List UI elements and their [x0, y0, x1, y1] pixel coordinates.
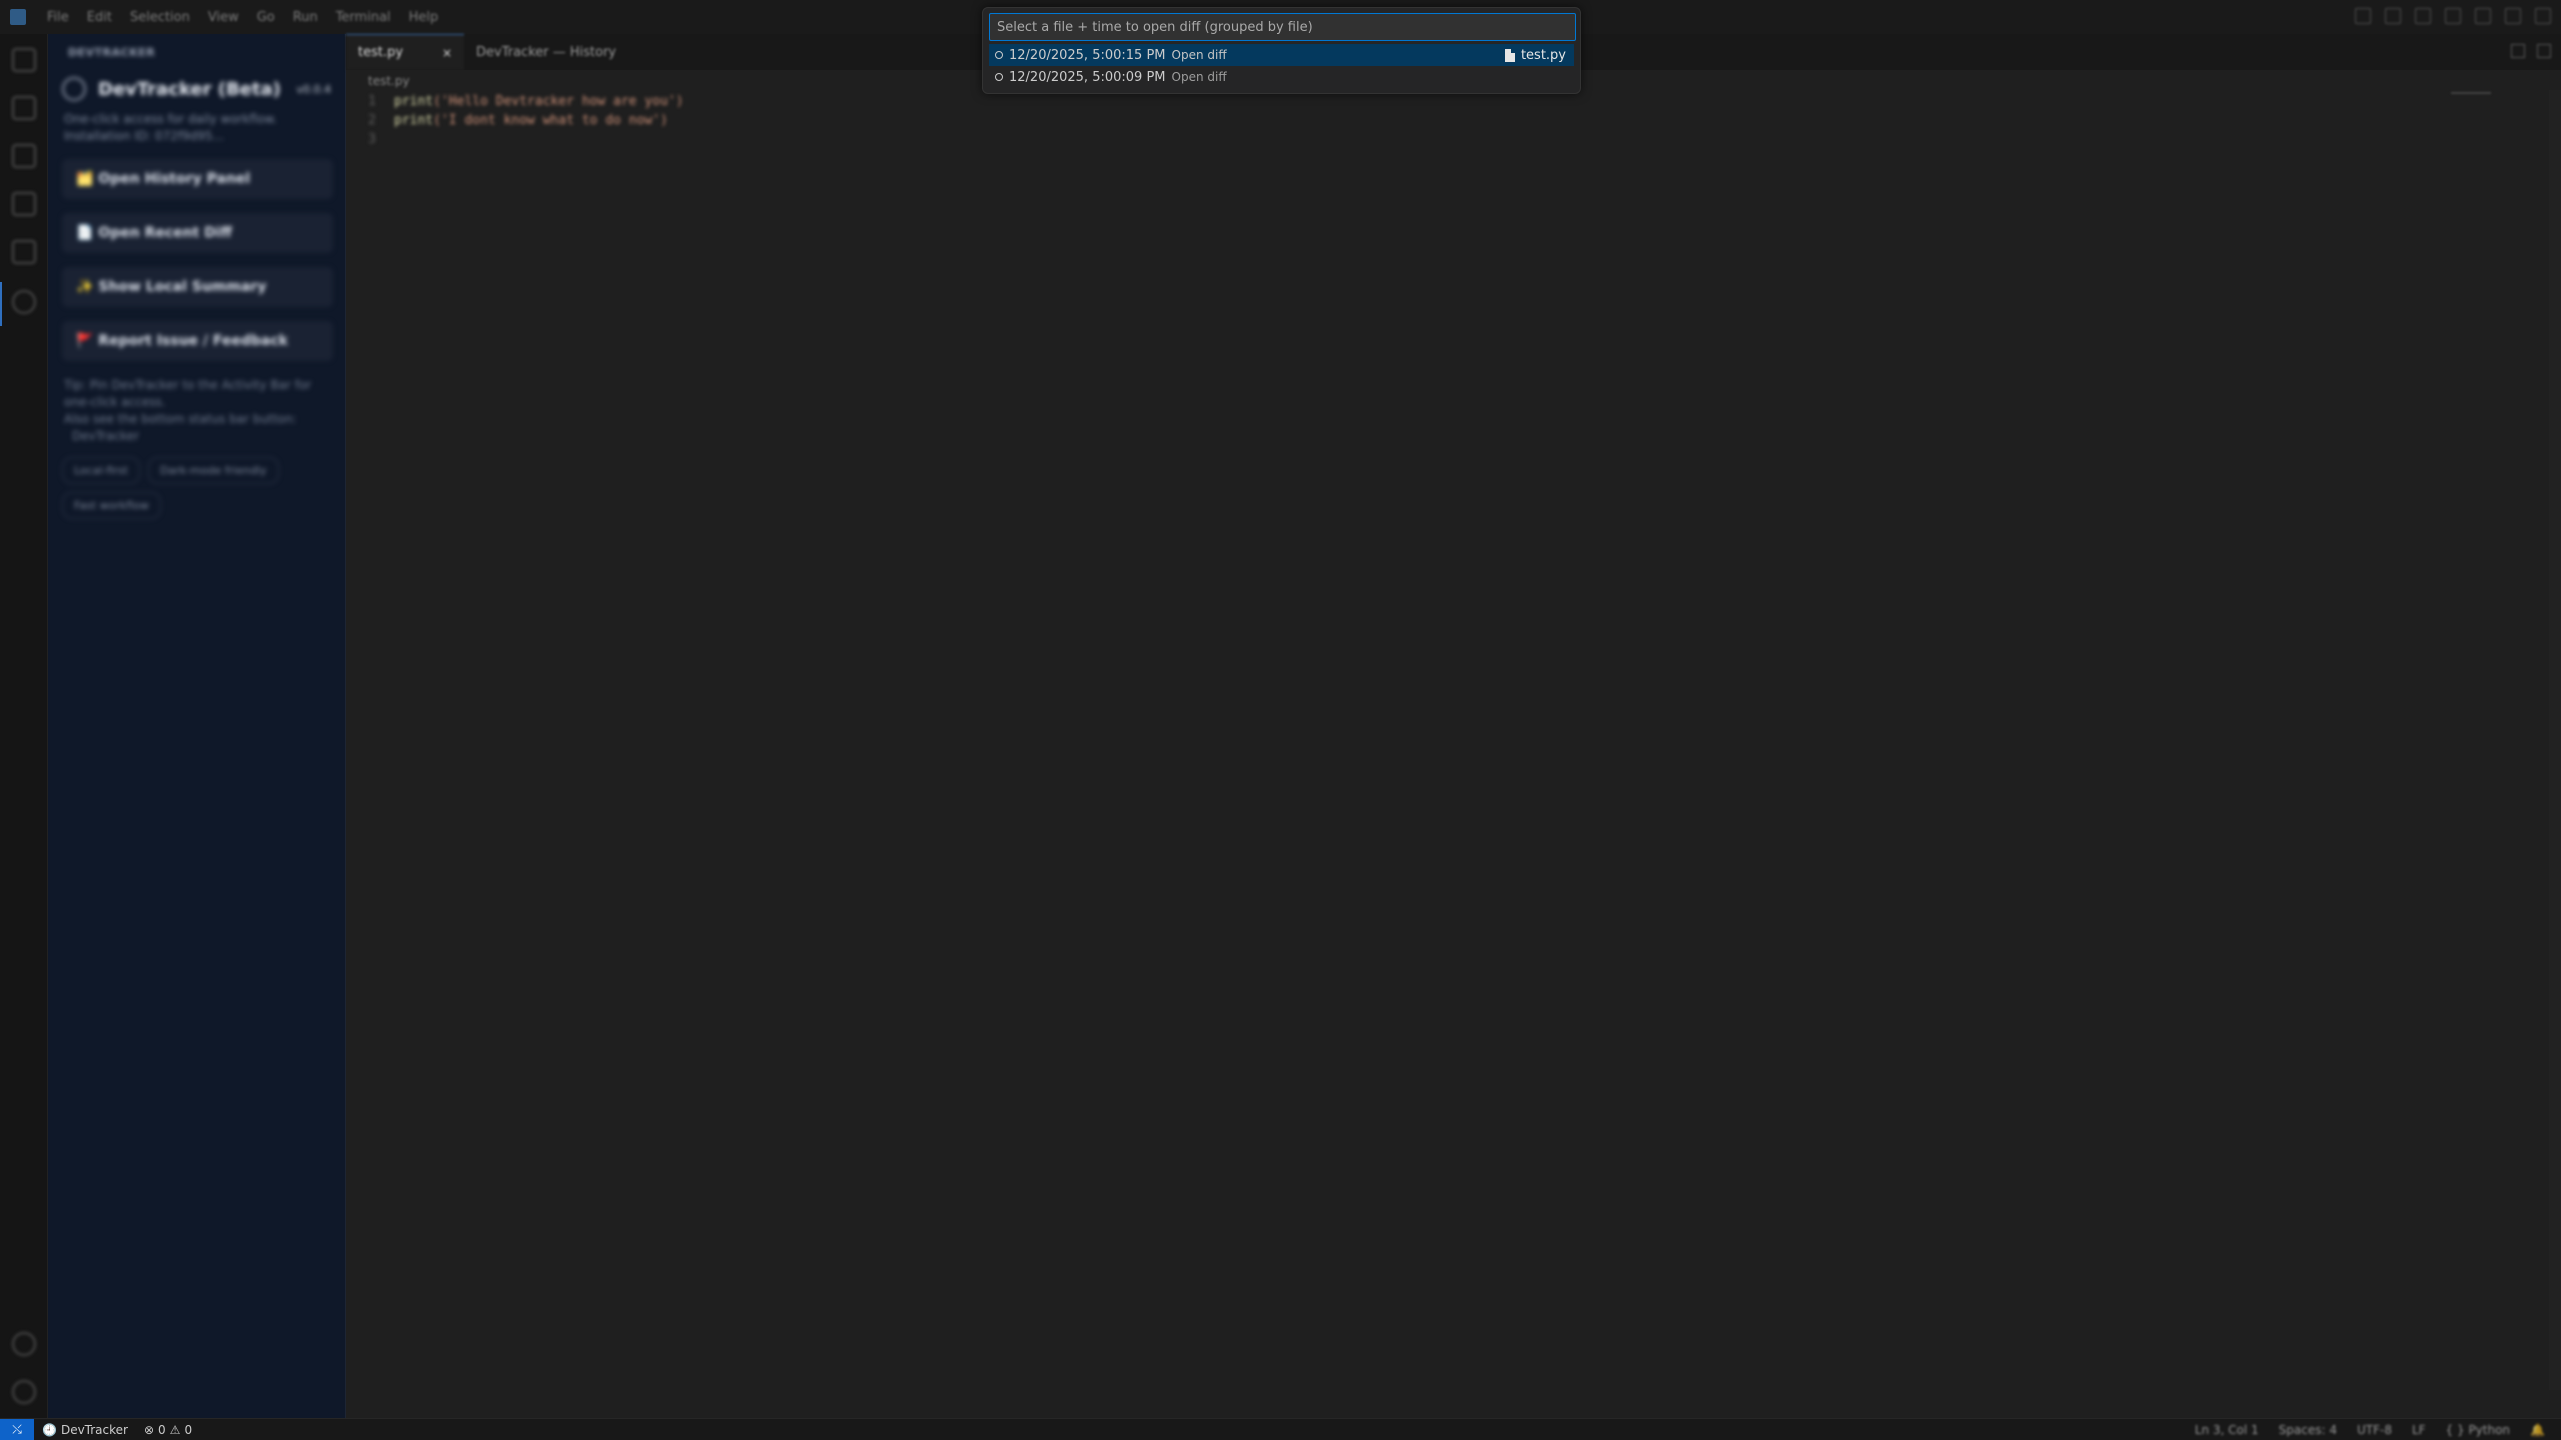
toggle-panel-icon[interactable] — [2385, 8, 2401, 24]
quick-pick-item[interactable]: 12/20/2025, 5:00:09 PM Open diff — [989, 66, 1574, 88]
code-argument: ('Hello Devtracker how are you') — [433, 94, 684, 109]
close-window-icon[interactable] — [2535, 8, 2551, 24]
source-control-icon[interactable] — [12, 144, 36, 168]
devtracker-sidebar: DEVTRACKER DevTracker (Beta) v0.0.4 One-… — [48, 34, 346, 1418]
item-action: Open diff — [1171, 48, 1227, 62]
menu-edit[interactable]: Edit — [78, 10, 121, 25]
sidebar-title: DevTracker (Beta) — [98, 78, 281, 100]
menu-help[interactable]: Help — [400, 10, 448, 25]
menu-view[interactable]: View — [199, 10, 248, 25]
open-history-panel-button[interactable]: 🗂️ Open History Panel — [62, 159, 333, 199]
customize-layout-icon[interactable] — [2445, 8, 2461, 24]
devtracker-status-label: DevTracker — [60, 1422, 128, 1437]
code-function: print — [394, 94, 434, 109]
minimize-icon[interactable] — [2475, 8, 2491, 24]
language-mode[interactable]: { } Python — [2436, 1423, 2521, 1437]
activity-bar — [0, 34, 48, 1418]
item-time: 12/20/2025, 5:00:09 PM — [1009, 69, 1166, 85]
tab-label: DevTracker — History — [476, 44, 617, 60]
window-controls — [2355, 8, 2551, 24]
menu-bar: File Edit Selection View Go Run Terminal… — [38, 10, 447, 25]
version-badge: v0.0.4 — [296, 82, 332, 96]
code-content[interactable]: 1 print ('Hello Devtracker how are you') … — [346, 94, 684, 151]
line-ending[interactable]: LF — [2402, 1423, 2436, 1437]
code-line: 1 print ('Hello Devtracker how are you') — [346, 94, 684, 113]
split-editor-icon[interactable] — [2511, 44, 2525, 58]
sidebar-description: One-click access for daily workflow. — [64, 112, 277, 126]
file-icon — [1504, 48, 1515, 62]
tab-test-py[interactable]: test.py × — [346, 34, 464, 70]
sidebar-tip: Tip: Pin DevTracker to the Activity Bar … — [64, 378, 312, 409]
sidebar-tip-3: DevTracker — [72, 429, 140, 443]
menu-run[interactable]: Run — [284, 10, 327, 25]
chip-dark-mode: Dark-mode friendly — [147, 457, 279, 484]
history-icon — [995, 73, 1003, 81]
item-time: 12/20/2025, 5:00:15 PM — [1009, 47, 1166, 63]
search-icon[interactable] — [12, 96, 36, 120]
close-tab-icon[interactable]: × — [442, 46, 452, 60]
history-icon — [995, 51, 1003, 59]
explorer-icon[interactable] — [12, 48, 36, 72]
toggle-secondary-sidebar-icon[interactable] — [2415, 8, 2431, 24]
code-editor[interactable]: test.py 1 print ('Hello Devtracker how ar… — [346, 70, 2561, 1418]
vscode-logo-icon — [10, 9, 26, 25]
encoding[interactable]: UTF-8 — [2347, 1423, 2402, 1437]
item-action: Open diff — [1171, 70, 1227, 84]
line-number: 1 — [368, 94, 376, 109]
tab-devtracker-history[interactable]: DevTracker — History — [464, 34, 628, 70]
sidebar-header: DEVTRACKER — [68, 46, 156, 59]
maximize-icon[interactable] — [2505, 8, 2521, 24]
indentation[interactable]: Spaces: 4 — [2269, 1423, 2347, 1437]
devtracker-status-button[interactable]: 🕘 DevTracker — [34, 1423, 136, 1437]
devtracker-icon[interactable] — [12, 290, 36, 314]
menu-terminal[interactable]: Terminal — [327, 10, 400, 25]
minimap — [2451, 92, 2491, 94]
code-argument: ('I dont know what to do now') — [433, 113, 668, 128]
item-file-name: test.py — [1520, 47, 1566, 63]
active-indicator — [0, 282, 2, 326]
manage-gear-icon[interactable] — [12, 1380, 36, 1404]
warning-icon: ⚠ — [169, 1422, 181, 1437]
history-clock-icon: 🕘 — [42, 1422, 57, 1437]
status-bar: ⤯ 🕘 DevTracker ⊗ 0 ⚠ 0 Ln 3, Col 1 Space… — [0, 1418, 2561, 1440]
code-line: 2 print ('I dont know what to do now') — [346, 113, 684, 132]
quick-pick-dialog: 12/20/2025, 5:00:15 PM Open diff test.py… — [982, 7, 1581, 94]
more-actions-icon[interactable] — [2537, 44, 2551, 58]
chip-local-first: Local-first — [62, 457, 140, 484]
quick-pick-input[interactable] — [989, 13, 1576, 41]
line-number: 3 — [368, 132, 376, 147]
error-count: 0 — [158, 1422, 166, 1437]
open-recent-diff-button[interactable]: 📄 Open Recent Diff — [62, 213, 333, 253]
code-line: 3 — [346, 132, 684, 151]
installation-id: Installation ID: 072f9d95... — [64, 129, 225, 143]
show-local-summary-button[interactable]: ✨ Show Local Summary — [62, 267, 333, 307]
chip-fast-workflow: Fast workflow — [62, 492, 161, 519]
sidebar-tip-2: Also see the bottom status bar button: — [64, 412, 297, 426]
vertical-scrollbar[interactable] — [2549, 90, 2561, 1390]
account-icon[interactable] — [12, 1332, 36, 1356]
quick-pick-list: 12/20/2025, 5:00:15 PM Open diff test.py… — [983, 44, 1580, 88]
extensions-icon[interactable] — [12, 240, 36, 264]
warning-count: 0 — [184, 1422, 193, 1437]
code-function: print — [394, 113, 434, 128]
menu-go[interactable]: Go — [248, 10, 284, 25]
report-issue-button[interactable]: 🚩 Report Issue / Feedback — [62, 321, 333, 361]
remote-indicator-button[interactable]: ⤯ — [0, 1418, 34, 1440]
line-number: 2 — [368, 113, 376, 128]
problems-status[interactable]: ⊗ 0 ⚠ 0 — [136, 1423, 200, 1437]
notifications-bell-icon[interactable]: 🔔 — [2520, 1423, 2555, 1437]
menu-selection[interactable]: Selection — [121, 10, 199, 25]
cursor-position[interactable]: Ln 3, Col 1 — [2185, 1423, 2269, 1437]
quick-pick-item[interactable]: 12/20/2025, 5:00:15 PM Open diff test.py — [989, 44, 1574, 66]
tab-label: test.py — [358, 45, 404, 60]
item-file: test.py — [1504, 47, 1566, 63]
run-debug-icon[interactable] — [12, 192, 36, 216]
editor-actions — [2511, 44, 2551, 58]
devtracker-logo-icon — [62, 77, 86, 101]
error-icon: ⊗ — [143, 1422, 155, 1437]
status-right-items: Ln 3, Col 1 Spaces: 4 UTF-8 LF { } Pytho… — [2185, 1423, 2561, 1437]
menu-file[interactable]: File — [38, 10, 78, 25]
toggle-primary-sidebar-icon[interactable] — [2355, 8, 2371, 24]
